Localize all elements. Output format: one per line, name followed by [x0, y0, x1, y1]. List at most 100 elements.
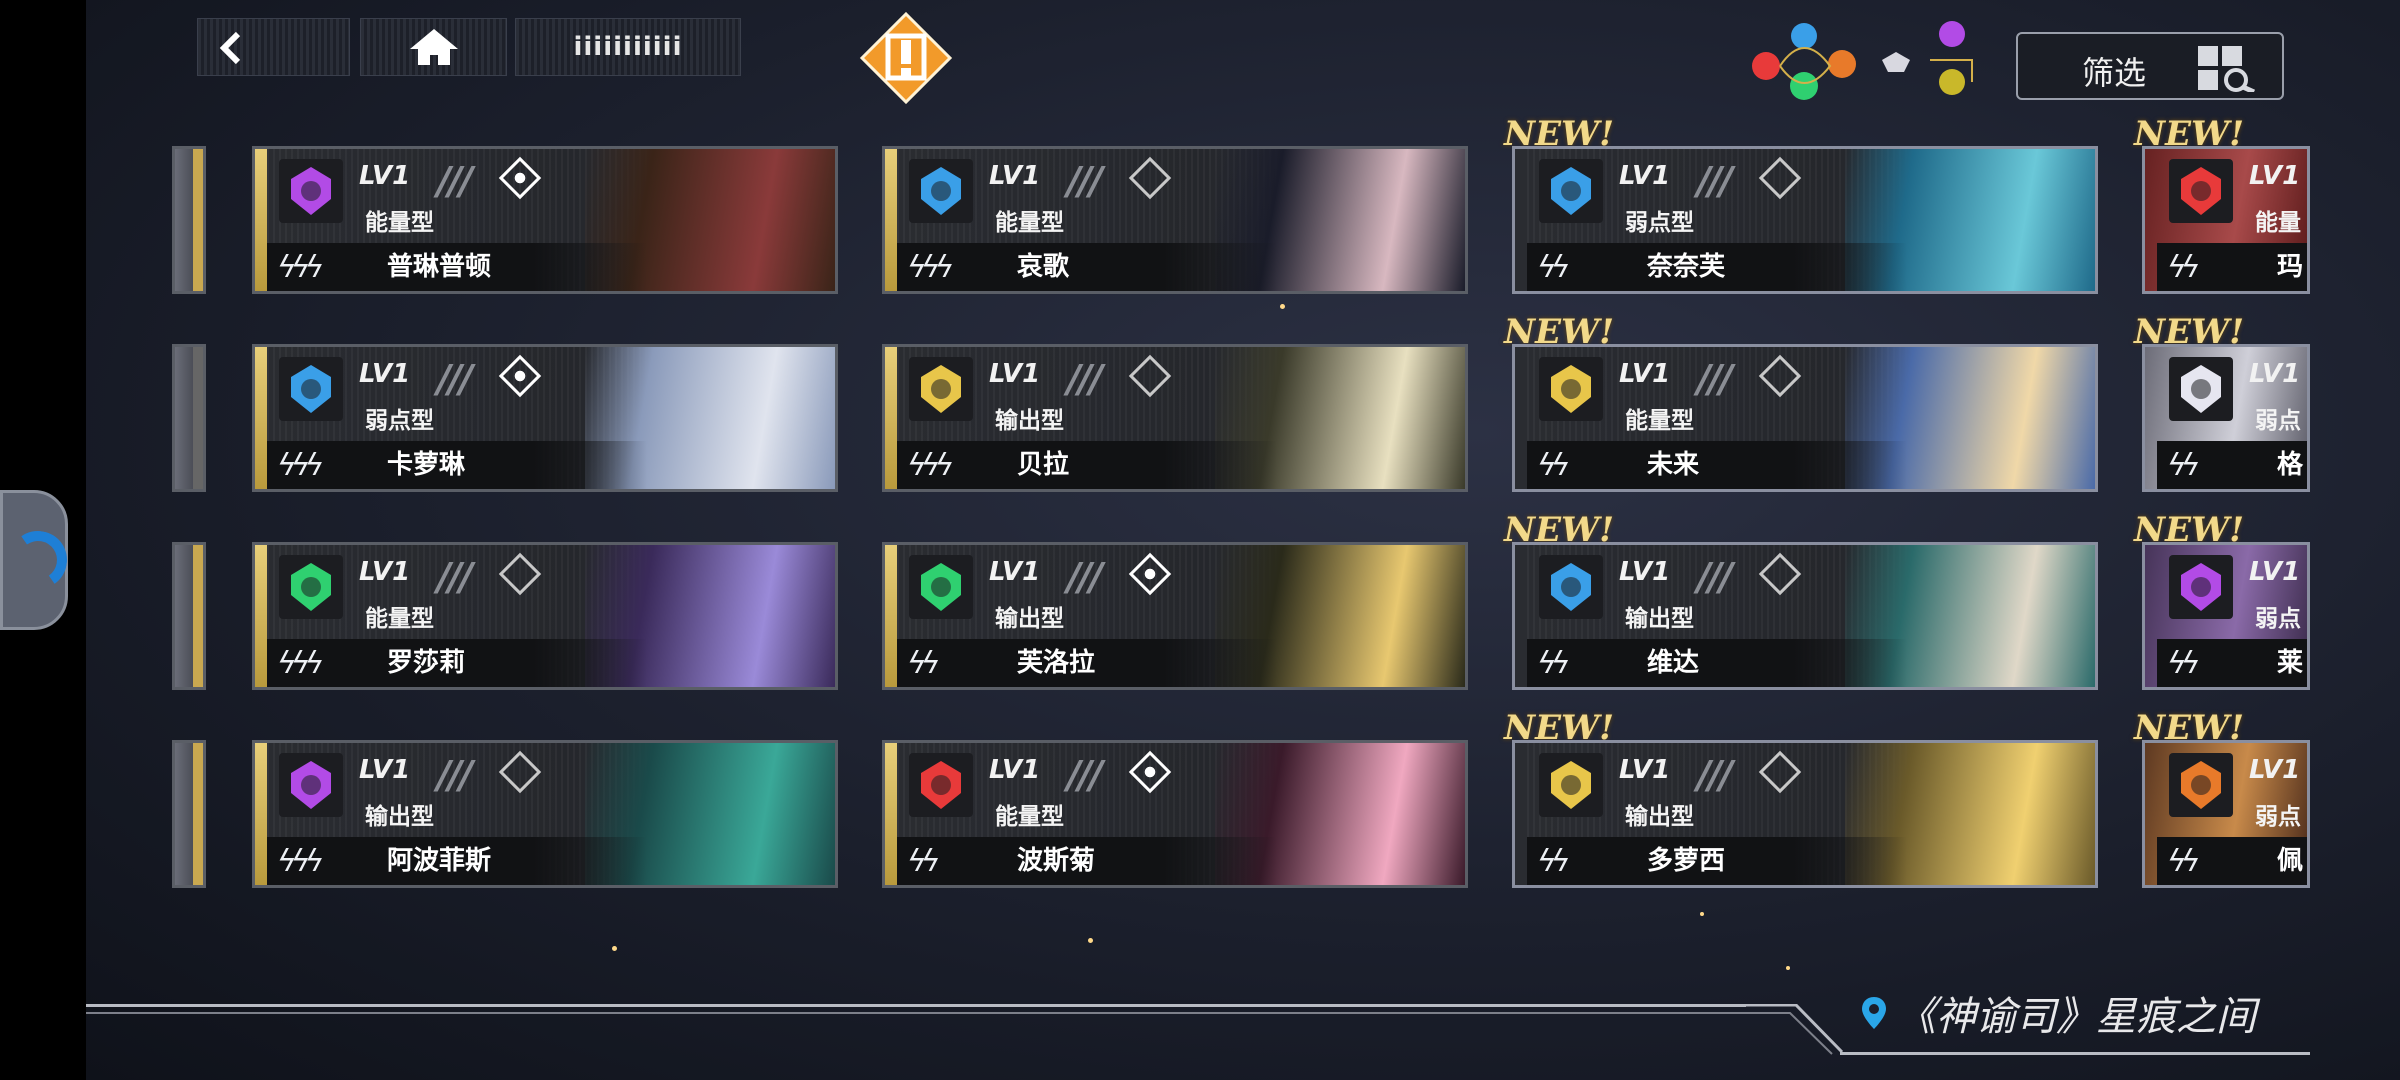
- level-label: LV1: [989, 161, 1041, 191]
- star-bolts-icon: ϟϟ: [2167, 646, 2201, 681]
- character-name: 奈奈芙: [1647, 252, 1726, 282]
- star-bolts-icon: ϟϟ: [2167, 844, 2201, 879]
- character-card[interactable]: LV1 / / / 能量型 ϟϟ 波斯菊: [882, 740, 1468, 888]
- character-card[interactable]: LV1 / / / 能量型 ϟϟϟ 普琳普顿: [252, 146, 838, 294]
- level-label: LV1: [989, 359, 1041, 389]
- character-card[interactable]: LV1 弱点 ϟϟ 佩: [2142, 740, 2310, 888]
- green-tree-icon: [909, 555, 973, 619]
- character-name: 莱: [2277, 648, 2304, 678]
- home-icon: [409, 29, 458, 65]
- rarity-bar: [885, 149, 897, 291]
- character-card[interactable]: LV1 / / / 输出型 ϟϟϟ 阿波菲斯: [252, 740, 838, 888]
- partial-card-left[interactable]: [172, 542, 206, 690]
- rarity-bar: [885, 743, 897, 885]
- orange-gem-icon: [1828, 50, 1856, 78]
- level-label: LV1: [1619, 755, 1671, 785]
- character-card[interactable]: LV1 / / / 能量型 ϟϟ 未来: [1512, 344, 2098, 492]
- floating-assist-button[interactable]: [0, 490, 72, 630]
- star-bolts-icon: ϟϟ: [907, 646, 941, 681]
- character-name: 未来: [1647, 450, 1700, 480]
- class-type-label: 能量型: [365, 606, 434, 632]
- character-card[interactable]: LV1 能量 ϟϟ 玛: [2142, 146, 2310, 294]
- back-button[interactable]: [197, 18, 350, 76]
- rank-slashes-icon: / / /: [437, 159, 473, 203]
- menu-title-button[interactable]: iiiiiiiiiii: [515, 18, 741, 76]
- character-card[interactable]: LV1 弱点 ϟϟ 莱: [2142, 542, 2310, 690]
- partial-card-left[interactable]: [172, 740, 206, 888]
- character-card[interactable]: LV1 / / / 弱点型 ϟϟϟ 卡萝琳: [252, 344, 838, 492]
- star-bolts-icon: ϟϟ: [1537, 250, 1571, 285]
- green-tree-icon: [1790, 72, 1818, 100]
- element-filter-icons[interactable]: [1750, 20, 1980, 110]
- level-label: LV1: [2249, 359, 2301, 389]
- grid-search-icon: [2198, 46, 2256, 92]
- rank-slashes-icon: / / /: [1697, 159, 1733, 203]
- level-label: LV1: [1619, 359, 1671, 389]
- character-name: 哀歌: [1017, 252, 1070, 282]
- gold-chalice-icon: [909, 357, 973, 421]
- star-sparkle: [1088, 938, 1093, 943]
- character-card[interactable]: LV1 / / / 输出型 ϟϟ 芙洛拉: [882, 542, 1468, 690]
- character-card[interactable]: LV1 / / / 弱点型 ϟϟ 奈奈芙: [1512, 146, 2098, 294]
- level-label: LV1: [359, 557, 411, 587]
- character-name: 卡萝琳: [387, 450, 466, 480]
- footer-divider-angle: [1746, 1004, 1844, 1055]
- rarity-bar: [885, 347, 897, 489]
- location-text: 《神谕司》星痕之间: [1896, 994, 2256, 1040]
- character-name: 普琳普顿: [387, 252, 492, 282]
- level-label: LV1: [359, 359, 411, 389]
- star-bolts-icon: ϟϟ: [1537, 448, 1571, 483]
- left-bezel: [0, 0, 86, 1080]
- exclamation-icon[interactable]: [858, 10, 954, 106]
- location-label: 《神谕司》星痕之间: [1860, 984, 2256, 1042]
- rank-slashes-icon: / / /: [1067, 357, 1103, 401]
- gold-chalice-icon: [1539, 357, 1603, 421]
- filter-label: 筛选: [2082, 54, 2147, 92]
- home-button[interactable]: [360, 18, 507, 76]
- rarity-bar: [255, 545, 267, 687]
- level-label: LV1: [989, 755, 1041, 785]
- star-sparkle: [1280, 304, 1285, 309]
- class-type-label: 输出型: [1625, 606, 1694, 632]
- map-pin-icon: [1862, 997, 1886, 1029]
- filter-button[interactable]: 筛选: [2016, 32, 2284, 100]
- red-wolf-icon: [1752, 52, 1780, 80]
- footer-divider: [86, 1004, 1746, 1007]
- class-type-label: 弱点型: [365, 408, 434, 434]
- star-bolts-icon: ϟϟ: [1537, 844, 1571, 879]
- rank-slashes-icon: / / /: [1067, 555, 1103, 599]
- star-bolts-icon: ϟϟϟ: [277, 844, 324, 879]
- character-card[interactable]: LV1 / / / 能量型 ϟϟϟ 罗莎莉: [252, 542, 838, 690]
- purple-crown-icon: [279, 753, 343, 817]
- character-name: 维达: [1647, 648, 1700, 678]
- level-label: LV1: [2249, 557, 2301, 587]
- class-type-label: 能量: [2255, 210, 2301, 236]
- purple-crown-icon: [2169, 555, 2233, 619]
- class-type-label: 能量型: [1625, 408, 1694, 434]
- footer-divider: [86, 1012, 1746, 1014]
- class-type-label: 弱点: [2255, 804, 2301, 830]
- class-type-label: 能量型: [365, 210, 434, 236]
- star-bolts-icon: ϟϟϟ: [907, 250, 954, 285]
- rank-slashes-icon: / / /: [1067, 159, 1103, 203]
- partial-card-left[interactable]: [172, 146, 206, 294]
- star-bolts-icon: ϟϟϟ: [277, 646, 324, 681]
- blue-crest-icon: [1539, 159, 1603, 223]
- character-name: 贝拉: [1017, 450, 1070, 480]
- character-card[interactable]: LV1 / / / 输出型 ϟϟ 维达: [1512, 542, 2098, 690]
- blue-crest-icon: [1791, 23, 1817, 49]
- star-bolts-icon: ϟϟϟ: [907, 448, 954, 483]
- character-card[interactable]: LV1 / / / 能量型 ϟϟϟ 哀歌: [882, 146, 1468, 294]
- character-card[interactable]: LV1 / / / 输出型 ϟϟϟ 贝拉: [882, 344, 1468, 492]
- red-wolf-icon: [909, 753, 973, 817]
- purple-crown-icon: [1939, 21, 1965, 47]
- yellow-chalice-icon: [1939, 69, 1965, 95]
- character-card[interactable]: LV1 / / / 输出型 ϟϟ 多萝西: [1512, 740, 2098, 888]
- green-tree-icon: [279, 555, 343, 619]
- level-label: LV1: [2249, 755, 2301, 785]
- partial-card-left[interactable]: [172, 344, 206, 492]
- character-name: 波斯菊: [1017, 846, 1096, 876]
- star-bolts-icon: ϟϟϟ: [277, 250, 324, 285]
- class-type-label: 输出型: [365, 804, 434, 830]
- character-card[interactable]: LV1 弱点 ϟϟ 格: [2142, 344, 2310, 492]
